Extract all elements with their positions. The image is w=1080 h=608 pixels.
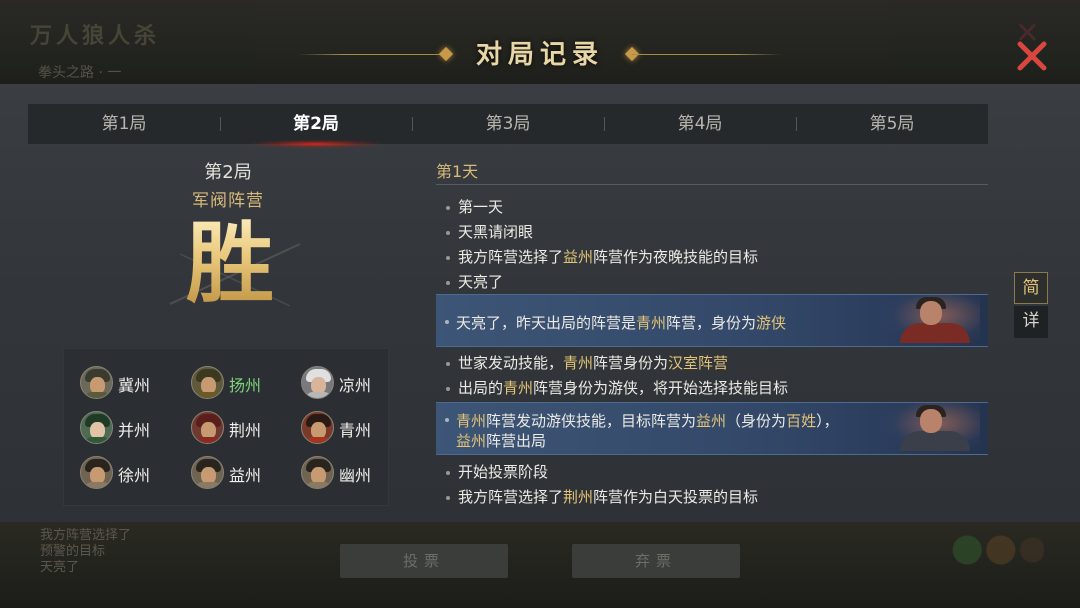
log-line: 出局的青州阵营身份为游侠，将开始选择技能目标 xyxy=(446,377,788,398)
log-line: 第一天 xyxy=(446,196,503,217)
background-abstain-button: 弃票 xyxy=(572,544,740,578)
bullet-icon xyxy=(446,361,450,366)
player-youzhou[interactable]: 幽州 xyxy=(301,455,401,491)
log-line-continued: 益州阵营出局 xyxy=(456,432,547,450)
log-line: 天亮了 xyxy=(446,271,503,292)
dialog-header: 对局记录 xyxy=(0,28,1080,84)
log-banner-elimination: 天亮了，昨天出局的阵营是青州阵营，身份为游侠 xyxy=(436,294,988,347)
day-divider xyxy=(436,184,988,185)
player-xuzhou[interactable]: 徐州 xyxy=(80,455,180,491)
close-button[interactable] xyxy=(1014,38,1050,74)
log-line: 青州阵营发动游侠技能，目标阵营为益州（身份为百姓）， xyxy=(456,412,839,430)
bullet-icon xyxy=(446,280,450,285)
header-rule-right xyxy=(632,54,782,55)
log-line: 我方阵营选择了荆州阵营作为白天投票的目标 xyxy=(446,486,758,507)
bullet-icon xyxy=(446,495,450,500)
avatar xyxy=(191,366,224,399)
log-line: 开始投票阶段 xyxy=(446,461,548,482)
simple-view-button[interactable]: 简 xyxy=(1014,272,1048,304)
detail-view-button[interactable]: 详 xyxy=(1014,306,1048,338)
bullet-icon xyxy=(446,470,450,475)
player-name: 幽州 xyxy=(339,466,372,485)
log-line: 天黑请闭眼 xyxy=(446,221,533,242)
match-record-panel: 第1局 第2局 第3局 第4局 第5局 第2局 军阀阵营 胜 冀州 扬州 凉州 … xyxy=(0,84,1080,522)
player-name: 并州 xyxy=(118,421,151,440)
player-yizhou[interactable]: 益州 xyxy=(191,455,291,491)
log-line: 世家发动技能，青州阵营身份为汉室阵营 xyxy=(446,352,728,373)
player-jizhou[interactable]: 冀州 xyxy=(80,365,180,401)
avatar xyxy=(191,411,224,444)
tab-round-2[interactable]: 第2局 xyxy=(220,104,412,148)
background-orbs xyxy=(948,528,1044,572)
player-grid: 冀州 扬州 凉州 并州 荆州 青州 徐州 益州 幽州 xyxy=(63,348,389,506)
day-title: 第1天 xyxy=(436,162,479,181)
tab-round-3[interactable]: 第3局 xyxy=(412,104,604,144)
ranger-portrait xyxy=(880,295,980,346)
player-jingzhou[interactable]: 荆州 xyxy=(191,410,291,446)
player-name: 荆州 xyxy=(229,421,262,440)
player-name: 益州 xyxy=(229,466,262,485)
player-name: 徐州 xyxy=(118,466,151,485)
player-liangzhou[interactable]: 凉州 xyxy=(301,365,401,401)
player-yangzhou[interactable]: 扬州 xyxy=(191,365,291,401)
background-vote-button: 投票 xyxy=(340,544,508,578)
player-name: 扬州 xyxy=(229,376,262,395)
bullet-icon xyxy=(446,205,450,210)
avatar xyxy=(301,456,334,489)
result-outcome: 胜 xyxy=(150,208,310,318)
background-log-line: 天亮了 xyxy=(40,560,80,575)
round-tabs: 第1局 第2局 第3局 第4局 第5局 xyxy=(28,104,988,148)
close-x-icon xyxy=(1017,41,1047,71)
avatar xyxy=(301,366,334,399)
player-name: 冀州 xyxy=(118,376,151,395)
tab-round-5[interactable]: 第5局 xyxy=(796,104,988,144)
avatar xyxy=(80,366,113,399)
background-bottom: 我方阵营选择了 预警的目标 天亮了 投票 弃票 xyxy=(0,522,1080,608)
avatar xyxy=(80,411,113,444)
tab-round-4[interactable]: 第4局 xyxy=(604,104,796,144)
player-name: 青州 xyxy=(339,421,372,440)
dialog-title: 对局记录 xyxy=(475,40,604,70)
avatar xyxy=(80,456,113,489)
bullet-icon xyxy=(446,230,450,235)
ranger-portrait xyxy=(880,403,980,454)
log-line: 我方阵营选择了益州阵营作为夜晚技能的目标 xyxy=(446,246,758,267)
player-qingzhou[interactable]: 青州 xyxy=(301,410,401,446)
header-rule-left xyxy=(298,54,446,55)
avatar xyxy=(301,411,334,444)
avatar xyxy=(191,456,224,489)
tab-round-1[interactable]: 第1局 xyxy=(28,104,220,144)
player-bingzhou[interactable]: 并州 xyxy=(80,410,180,446)
bullet-icon xyxy=(446,255,450,260)
result-round-label: 第2局 xyxy=(204,162,252,183)
bullet-icon xyxy=(445,320,449,324)
bullet-icon xyxy=(445,418,449,422)
log-banner-skill: 青州阵营发动游侠技能，目标阵营为益州（身份为百姓）， 益州阵营出局 xyxy=(436,402,988,455)
log-line: 天亮了，昨天出局的阵营是青州阵营，身份为游侠 xyxy=(456,314,787,332)
bullet-icon xyxy=(446,386,450,391)
player-name: 凉州 xyxy=(339,376,372,395)
